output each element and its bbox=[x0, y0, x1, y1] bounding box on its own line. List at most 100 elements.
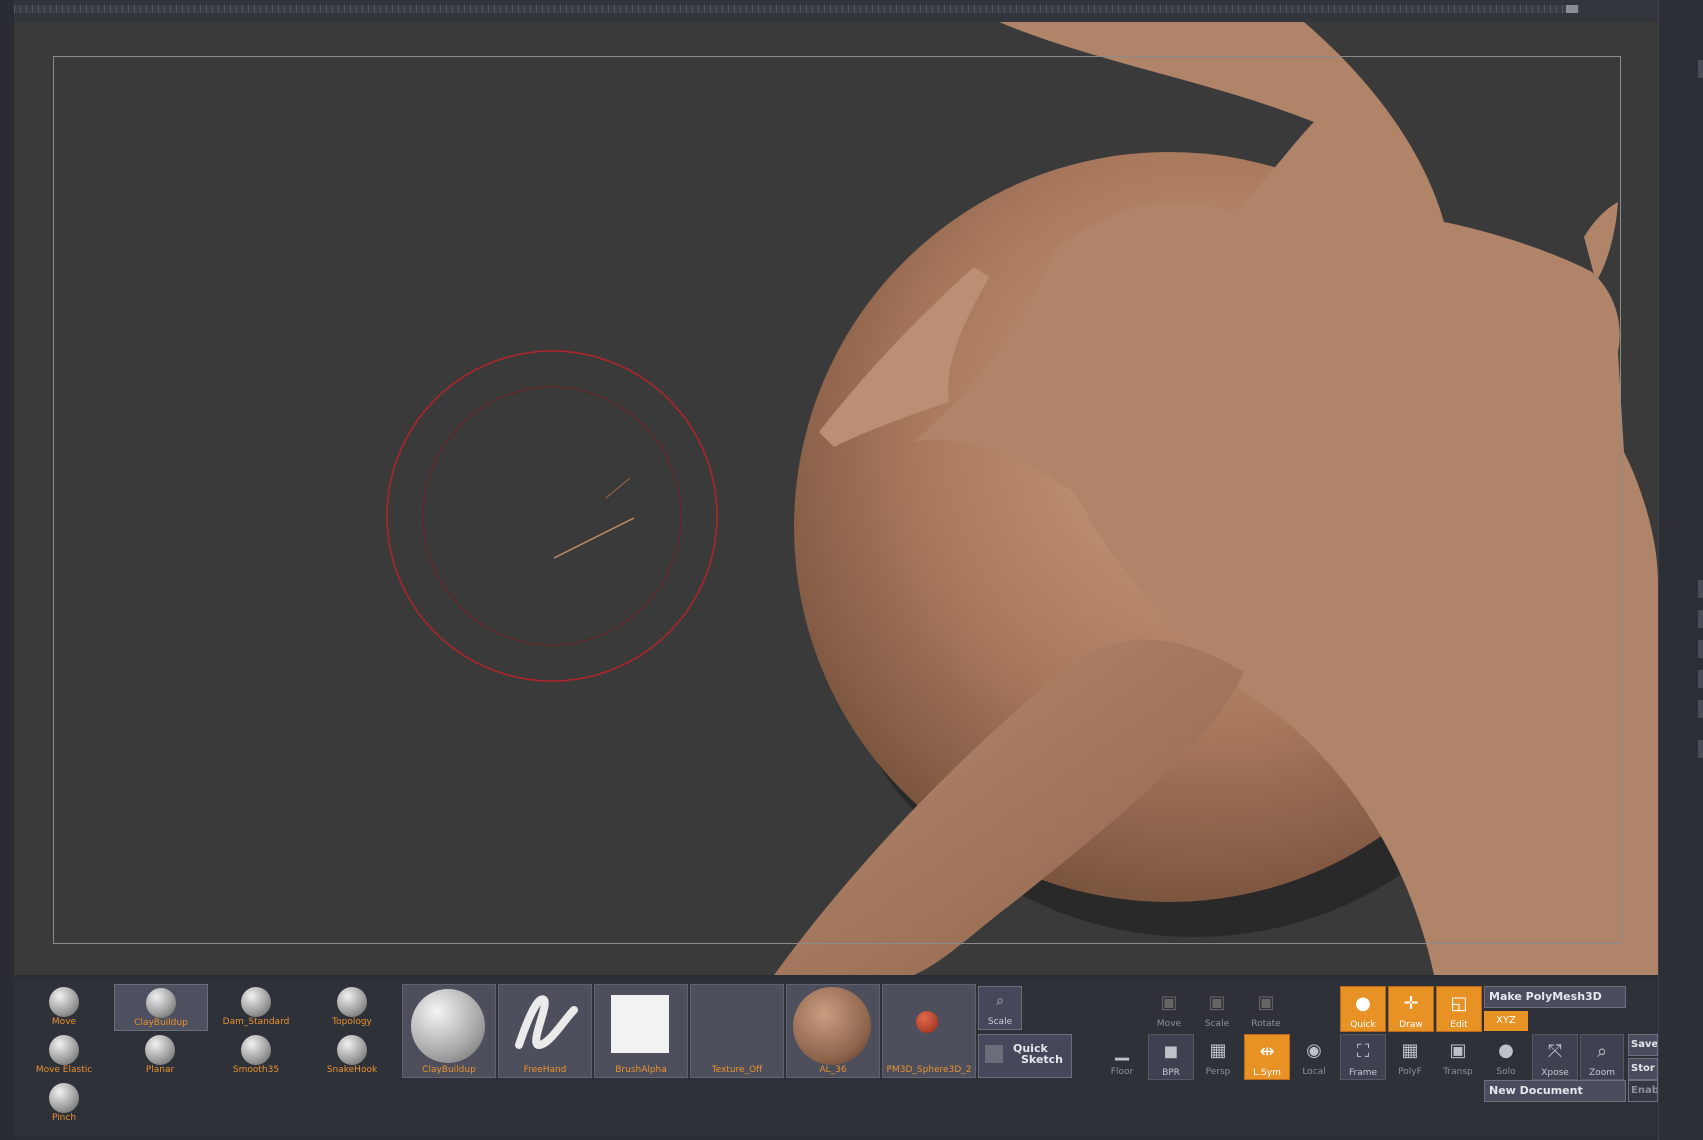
move-icon: ▣ bbox=[1160, 992, 1178, 1013]
canvas-viewport[interactable] bbox=[14, 22, 1658, 975]
brush-planar[interactable]: Planar bbox=[114, 1032, 206, 1077]
brush-move[interactable]: Move bbox=[18, 984, 110, 1029]
zoom-button[interactable]: ⌕ Zoom bbox=[1580, 1034, 1624, 1080]
brush-tile[interactable]: ClayBuildup bbox=[402, 984, 496, 1078]
brush-label: Pinch bbox=[51, 1113, 77, 1123]
save-button[interactable]: Save bbox=[1628, 1034, 1658, 1056]
scale-transform-icon: ▣ bbox=[1208, 992, 1226, 1013]
brush-pinch[interactable]: Pinch bbox=[18, 1080, 110, 1125]
polyf-button[interactable]: ▦ PolyF bbox=[1388, 1034, 1432, 1078]
quick-mode-button[interactable]: ● Quick bbox=[1340, 986, 1386, 1032]
move-transform-button[interactable]: ▣ Move bbox=[1147, 986, 1191, 1030]
persp-button[interactable]: ▦ Persp bbox=[1196, 1034, 1240, 1078]
alpha-tile[interactable]: BrushAlpha bbox=[594, 984, 688, 1078]
quick-mode-label: Quick bbox=[1350, 1020, 1376, 1030]
polyf-label: PolyF bbox=[1398, 1067, 1422, 1077]
quick-sketch-button[interactable]: Quick Sketch bbox=[978, 1034, 1072, 1078]
brush-cursor-inner bbox=[422, 386, 682, 646]
xpose-button[interactable]: ⤧ Xpose bbox=[1532, 1034, 1578, 1080]
bpr-icon: ◼ bbox=[1163, 1041, 1179, 1062]
tile-label: PM3D_Sphere3D_2 bbox=[886, 1065, 972, 1075]
enable-button[interactable]: Enab bbox=[1628, 1080, 1658, 1102]
brush-smooth35[interactable]: Smooth35 bbox=[210, 1032, 302, 1077]
draw-mode-button[interactable]: ✛ Draw bbox=[1388, 986, 1434, 1032]
tray-handle[interactable] bbox=[1698, 60, 1703, 78]
persp-icon: ▦ bbox=[1209, 1040, 1227, 1061]
planar-brush-icon bbox=[145, 1035, 175, 1065]
tool-tile[interactable]: PM3D_Sphere3D_2 bbox=[882, 984, 976, 1078]
topology-brush-icon bbox=[337, 987, 367, 1017]
brush-label: Move bbox=[51, 1017, 77, 1027]
material-tile[interactable]: AL_36 bbox=[786, 984, 880, 1078]
brush-claybuildup[interactable]: ClayBuildup bbox=[114, 984, 208, 1031]
scroll-thumb[interactable] bbox=[1566, 5, 1578, 13]
edit-mode-icon: ◱ bbox=[1450, 993, 1468, 1014]
draw-mode-label: Draw bbox=[1399, 1020, 1423, 1030]
tray-handle[interactable] bbox=[1698, 580, 1703, 598]
tray-handle[interactable] bbox=[1698, 700, 1703, 718]
move-brush-icon bbox=[49, 987, 79, 1017]
stroke-tile[interactable]: FreeHand bbox=[498, 984, 592, 1078]
tray-handle[interactable] bbox=[1698, 670, 1703, 688]
floor-button[interactable]: ▁ Floor bbox=[1100, 1034, 1144, 1078]
transp-button[interactable]: ▣ Transp bbox=[1436, 1034, 1480, 1078]
make-polymesh-button[interactable]: Make PolyMesh3D bbox=[1484, 986, 1626, 1008]
move-elastic-brush-icon bbox=[49, 1035, 79, 1065]
alpha-swatch-icon bbox=[611, 995, 669, 1053]
tray-handle[interactable] bbox=[1698, 640, 1703, 658]
top-scroll-bar[interactable] bbox=[0, 0, 1660, 22]
brush-move-elastic[interactable]: Move Elastic bbox=[18, 1032, 110, 1077]
polyf-icon: ▦ bbox=[1401, 1040, 1419, 1061]
material-sphere-icon bbox=[793, 987, 871, 1065]
xyz-symmetry-button[interactable]: XYZ bbox=[1484, 1011, 1528, 1031]
frame-icon: ⛶ bbox=[1356, 1041, 1370, 1062]
texture-tile[interactable]: Texture_Off bbox=[690, 984, 784, 1078]
brush-label: Planar bbox=[145, 1065, 175, 1075]
claybuildup-icon bbox=[411, 989, 485, 1063]
xpose-icon: ⤧ bbox=[1547, 1041, 1563, 1062]
tray-handle[interactable] bbox=[1698, 610, 1703, 628]
solo-button[interactable]: ● Solo bbox=[1484, 1034, 1528, 1078]
move-label: Move bbox=[1156, 1019, 1182, 1029]
dam-standard-brush-icon bbox=[241, 987, 271, 1017]
brush-snakehook[interactable]: SnakeHook bbox=[306, 1032, 398, 1077]
transp-icon: ▣ bbox=[1449, 1040, 1467, 1061]
lsym-icon: ⇹ bbox=[1259, 1041, 1275, 1062]
brush-stroke-mark bbox=[553, 517, 635, 559]
brush-dam-standard[interactable]: Dam_Standard bbox=[210, 984, 302, 1029]
sculpt-model-view bbox=[386, 22, 1658, 975]
store-button[interactable]: Stor bbox=[1628, 1058, 1658, 1080]
brush-stroke-mark bbox=[605, 477, 631, 499]
tray-handle[interactable] bbox=[1698, 740, 1703, 758]
frame-button[interactable]: ⛶ Frame bbox=[1340, 1034, 1386, 1080]
bpr-button[interactable]: ◼ BPR bbox=[1148, 1034, 1194, 1080]
rotate-label: Rotate bbox=[1251, 1019, 1281, 1029]
persp-label: Persp bbox=[1205, 1067, 1231, 1077]
frame-label: Frame bbox=[1348, 1068, 1378, 1078]
brush-label: ClayBuildup bbox=[134, 1018, 188, 1028]
right-horn bbox=[1584, 202, 1618, 282]
pinch-brush-icon bbox=[49, 1083, 79, 1113]
scale-transform-button[interactable]: ▣ Scale bbox=[1195, 986, 1239, 1030]
transp-label: Transp bbox=[1443, 1067, 1473, 1077]
brush-cursor-outer bbox=[386, 350, 718, 682]
rotate-transform-button[interactable]: ▣ Rotate bbox=[1244, 986, 1288, 1030]
scale-icon: ⌕ bbox=[996, 993, 1004, 1009]
freehand-stroke-icon bbox=[515, 995, 578, 1050]
brush-label: Dam_Standard bbox=[222, 1017, 290, 1027]
lsym-button[interactable]: ⇹ L.Sym bbox=[1244, 1034, 1290, 1080]
snakehook-brush-icon bbox=[337, 1035, 367, 1065]
new-document-button[interactable]: New Document bbox=[1484, 1080, 1626, 1102]
brush-label: SnakeHook bbox=[326, 1065, 378, 1075]
scroll-track[interactable] bbox=[14, 5, 1580, 13]
xpose-label: Xpose bbox=[1541, 1068, 1569, 1078]
edit-mode-button[interactable]: ◱ Edit bbox=[1436, 986, 1482, 1032]
local-button[interactable]: ◉ Local bbox=[1292, 1034, 1336, 1078]
brush-label: Smooth35 bbox=[232, 1065, 280, 1075]
brush-topology[interactable]: Topology bbox=[306, 984, 398, 1029]
quick-sketch-line2: Sketch bbox=[1021, 1053, 1064, 1066]
edit-mode-label: Edit bbox=[1450, 1020, 1468, 1030]
tile-label: ClayBuildup bbox=[422, 1065, 476, 1075]
solo-icon: ● bbox=[1498, 1040, 1514, 1061]
scale-button[interactable]: ⌕ Scale bbox=[978, 986, 1022, 1030]
